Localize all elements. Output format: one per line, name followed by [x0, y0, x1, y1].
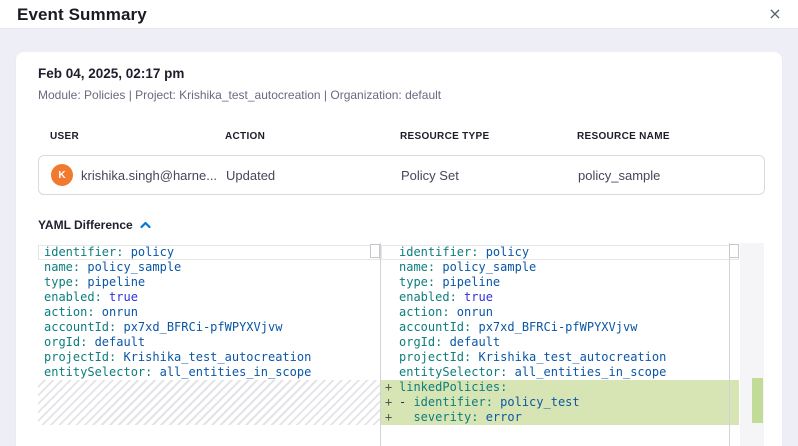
resource-name-cell: policy_sample: [578, 168, 752, 183]
diff-line: orgId: default: [381, 335, 739, 350]
diff-line: type: pipeline: [381, 275, 739, 290]
diff-line: action: onrun: [381, 305, 739, 320]
diff-line: entitySelector: all_entities_in_scope: [38, 365, 380, 380]
diff-line: accountId: px7xd_BFRCi-pfWPYXVjvw: [381, 320, 739, 335]
left-scrollbar-thumb[interactable]: [370, 244, 380, 258]
modal-body: Feb 04, 2025, 02:17 pm Module: Policies …: [0, 29, 798, 446]
diff-line: projectId: Krishika_test_autocreation: [381, 350, 739, 365]
diff-modified-pane[interactable]: identifier: policyname: policy_sampletyp…: [381, 243, 739, 446]
yaml-diff-editor: identifier: policyname: policy_sampletyp…: [38, 243, 764, 446]
close-icon[interactable]: ×: [764, 3, 786, 25]
diff-line: projectId: Krishika_test_autocreation: [38, 350, 380, 365]
col-header-user: USER: [50, 131, 225, 142]
diff-line: orgId: default: [38, 335, 380, 350]
user-cell: K krishika.singh@harne...: [51, 164, 226, 186]
diff-splitter[interactable]: [380, 243, 381, 446]
event-summary-modal: Event Summary × Feb 04, 2025, 02:17 pm M…: [0, 0, 798, 446]
table-header-row: USER ACTION RESOURCE TYPE RESOURCE NAME: [38, 131, 765, 142]
diff-line: name: policy_sample: [38, 260, 380, 275]
event-meta: Module: Policies | Project: Krishika_tes…: [38, 88, 765, 102]
table-row: K krishika.singh@harne... Updated Policy…: [38, 155, 765, 195]
diff-line: enabled: true: [381, 290, 739, 305]
modal-header: Event Summary ×: [0, 0, 798, 29]
diff-original-pane[interactable]: identifier: policyname: policy_sampletyp…: [38, 243, 380, 446]
diff-line: entitySelector: all_entities_in_scope: [381, 365, 739, 380]
diff-line: name: policy_sample: [381, 260, 739, 275]
diff-line: enabled: true: [38, 290, 380, 305]
diff-line: action: onrun: [38, 305, 380, 320]
diff-added-line: + severity: error: [381, 410, 739, 425]
diff-insert-marker: [752, 378, 763, 423]
event-timestamp: Feb 04, 2025, 02:17 pm: [38, 66, 765, 81]
page-title: Event Summary: [17, 5, 147, 25]
col-header-action: ACTION: [225, 131, 400, 142]
diff-line: identifier: policy: [381, 245, 739, 260]
col-header-resource-type: RESOURCE TYPE: [400, 131, 577, 142]
diff-added-line: +- identifier: policy_test: [381, 395, 739, 410]
col-header-resource-name: RESOURCE NAME: [577, 131, 753, 142]
chevron-up-icon[interactable]: [140, 221, 151, 229]
diff-line: type: pipeline: [38, 275, 380, 290]
diff-line: accountId: px7xd_BFRCi-pfWPYXVjvw: [38, 320, 380, 335]
resource-type-cell: Policy Set: [401, 168, 578, 183]
diff-right-scrollbar-border: [729, 243, 730, 446]
diff-added-line: +linkedPolicies:: [381, 380, 739, 395]
diff-add-sign: +: [385, 380, 392, 395]
diff-add-sign: +: [385, 410, 392, 425]
avatar: K: [51, 164, 73, 186]
action-cell: Updated: [226, 168, 401, 183]
diff-missing-lines-hatch: [38, 380, 380, 425]
diff-line: identifier: policy: [38, 245, 380, 260]
yaml-difference-label: YAML Difference: [38, 218, 133, 232]
diff-overview-ruler[interactable]: [740, 243, 764, 446]
user-email: krishika.singh@harne...: [81, 168, 217, 183]
diff-add-sign: +: [385, 395, 392, 410]
right-scrollbar-thumb[interactable]: [729, 244, 739, 258]
yaml-difference-header: YAML Difference: [38, 218, 765, 232]
event-card: Feb 04, 2025, 02:17 pm Module: Policies …: [16, 52, 782, 446]
